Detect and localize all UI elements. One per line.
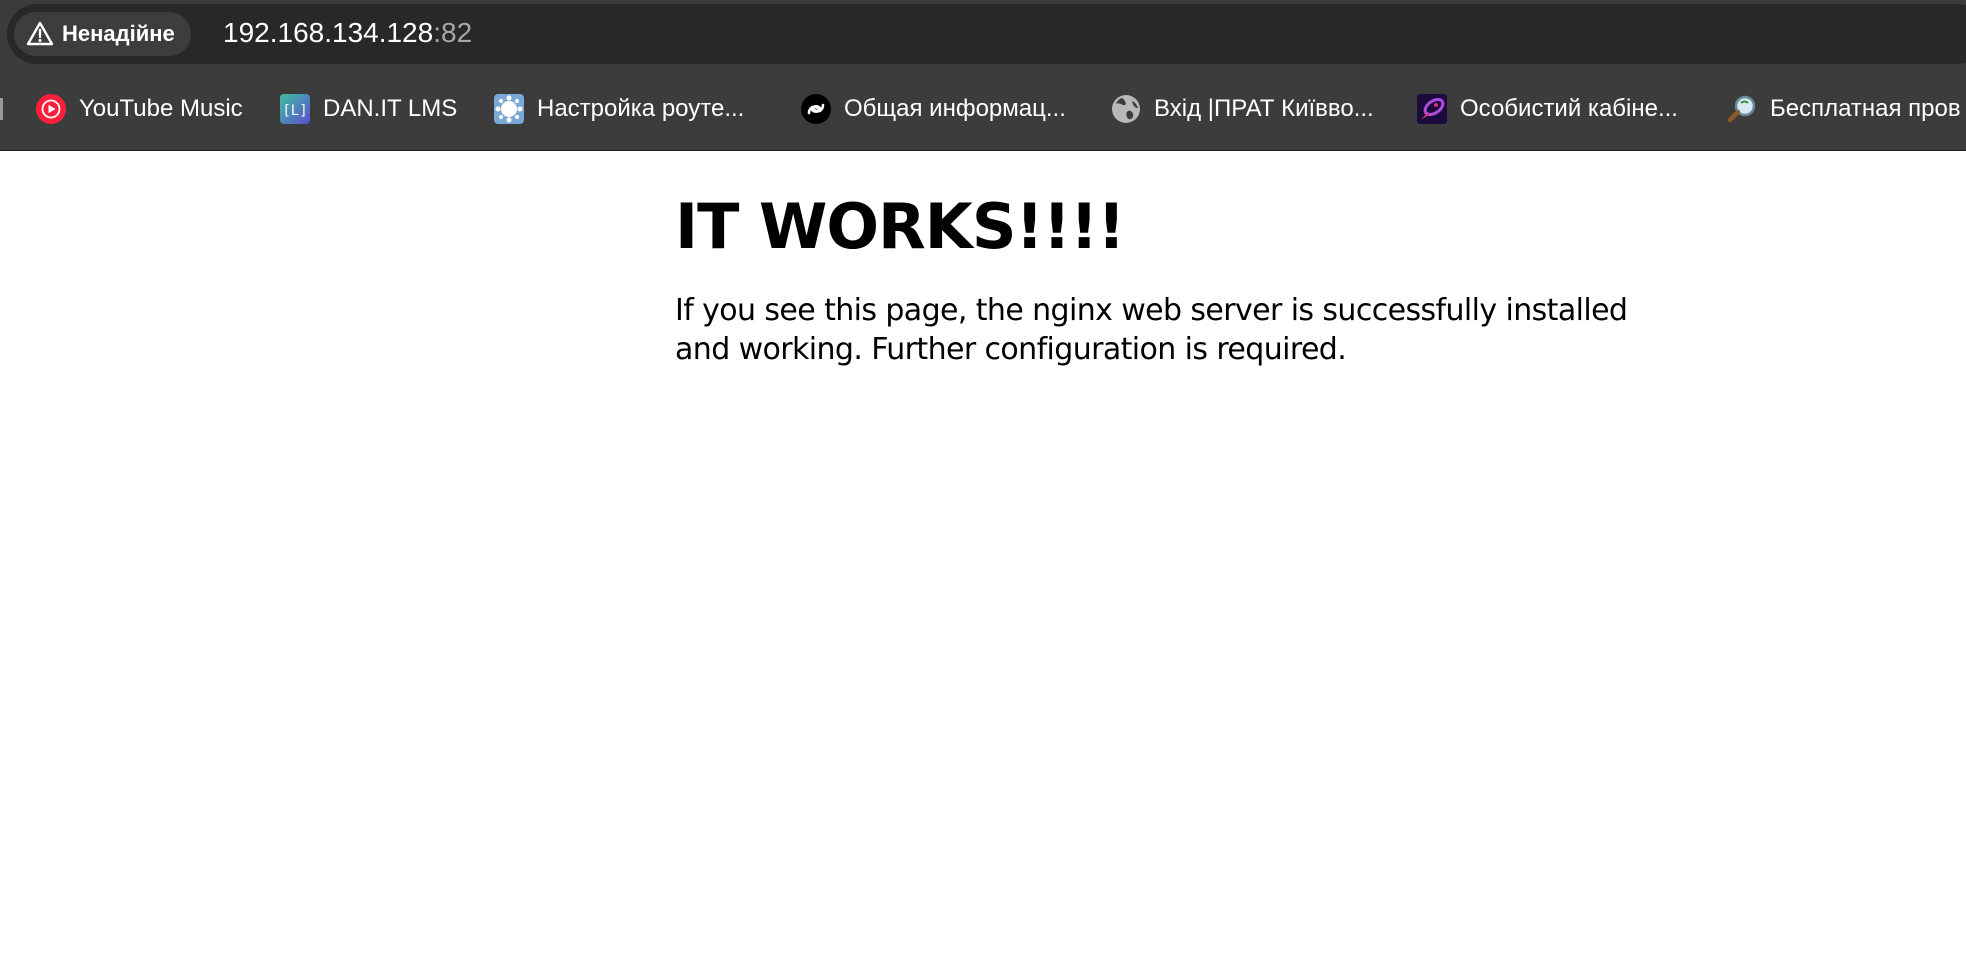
url-port: :82 xyxy=(433,17,473,48)
bookmark-general-info[interactable]: Общая информац... xyxy=(800,88,1066,130)
bookmark-label: Бесплатная пров xyxy=(1770,95,1961,122)
bookmark-label: Общая информац... xyxy=(844,95,1066,122)
youtube-music-icon xyxy=(36,94,66,124)
page-content: IT WORKS!!!! If you see this page, the n… xyxy=(0,151,1966,970)
bookmark-kyivvodokanal-login[interactable]: Вхід |ПРАТ Київво... xyxy=(1110,88,1374,130)
bookmark-label: DAN.IT LMS xyxy=(323,95,458,122)
bookmarks-separator xyxy=(0,98,3,120)
url-text[interactable]: 192.168.134.128:82 xyxy=(223,17,472,49)
bookmark-youtube-music[interactable]: YouTube Music xyxy=(35,88,243,130)
router-icon xyxy=(494,94,524,124)
warning-icon xyxy=(26,21,54,46)
nginx-default-page: IT WORKS!!!! If you see this page, the n… xyxy=(675,190,1685,369)
security-label: Ненадійне xyxy=(62,21,175,46)
url-host: 192.168.134.128 xyxy=(223,17,434,48)
bookmark-dan-it-lms[interactable]: [L] DAN.IT LMS xyxy=(279,88,457,130)
bookmark-label: Особистий кабіне... xyxy=(1460,95,1678,122)
page-message: If you see this page, the nginx web serv… xyxy=(675,293,1628,368)
lms-icon: [L] xyxy=(280,94,310,124)
bookmark-router-settings[interactable]: Настройка роуте... xyxy=(493,88,744,130)
magnifier-icon xyxy=(1727,95,1756,123)
bookmarks-bar: YouTube Music [L] DAN.IT LMS Настройка р… xyxy=(0,68,1966,151)
globe-icon xyxy=(1112,95,1140,123)
bookmark-label: Настройка роуте... xyxy=(537,95,745,122)
rocket-icon xyxy=(1417,94,1447,124)
swirl-icon xyxy=(801,94,831,124)
svg-text:[L]: [L] xyxy=(282,103,307,119)
security-indicator-button[interactable]: Ненадійне xyxy=(14,12,191,56)
bookmark-label: YouTube Music xyxy=(79,95,243,122)
bookmark-personal-cabinet[interactable]: Особистий кабіне... xyxy=(1416,88,1678,130)
page-title: IT WORKS!!!! xyxy=(675,190,1126,263)
browser-chrome: Ненадійне 192.168.134.128:82 YouTube Mus… xyxy=(0,0,1966,151)
bookmark-label: Вхід |ПРАТ Київво... xyxy=(1154,95,1374,122)
bookmark-free-check[interactable]: Бесплатная пров xyxy=(1726,88,1961,130)
address-row: Ненадійне 192.168.134.128:82 xyxy=(0,0,1966,68)
